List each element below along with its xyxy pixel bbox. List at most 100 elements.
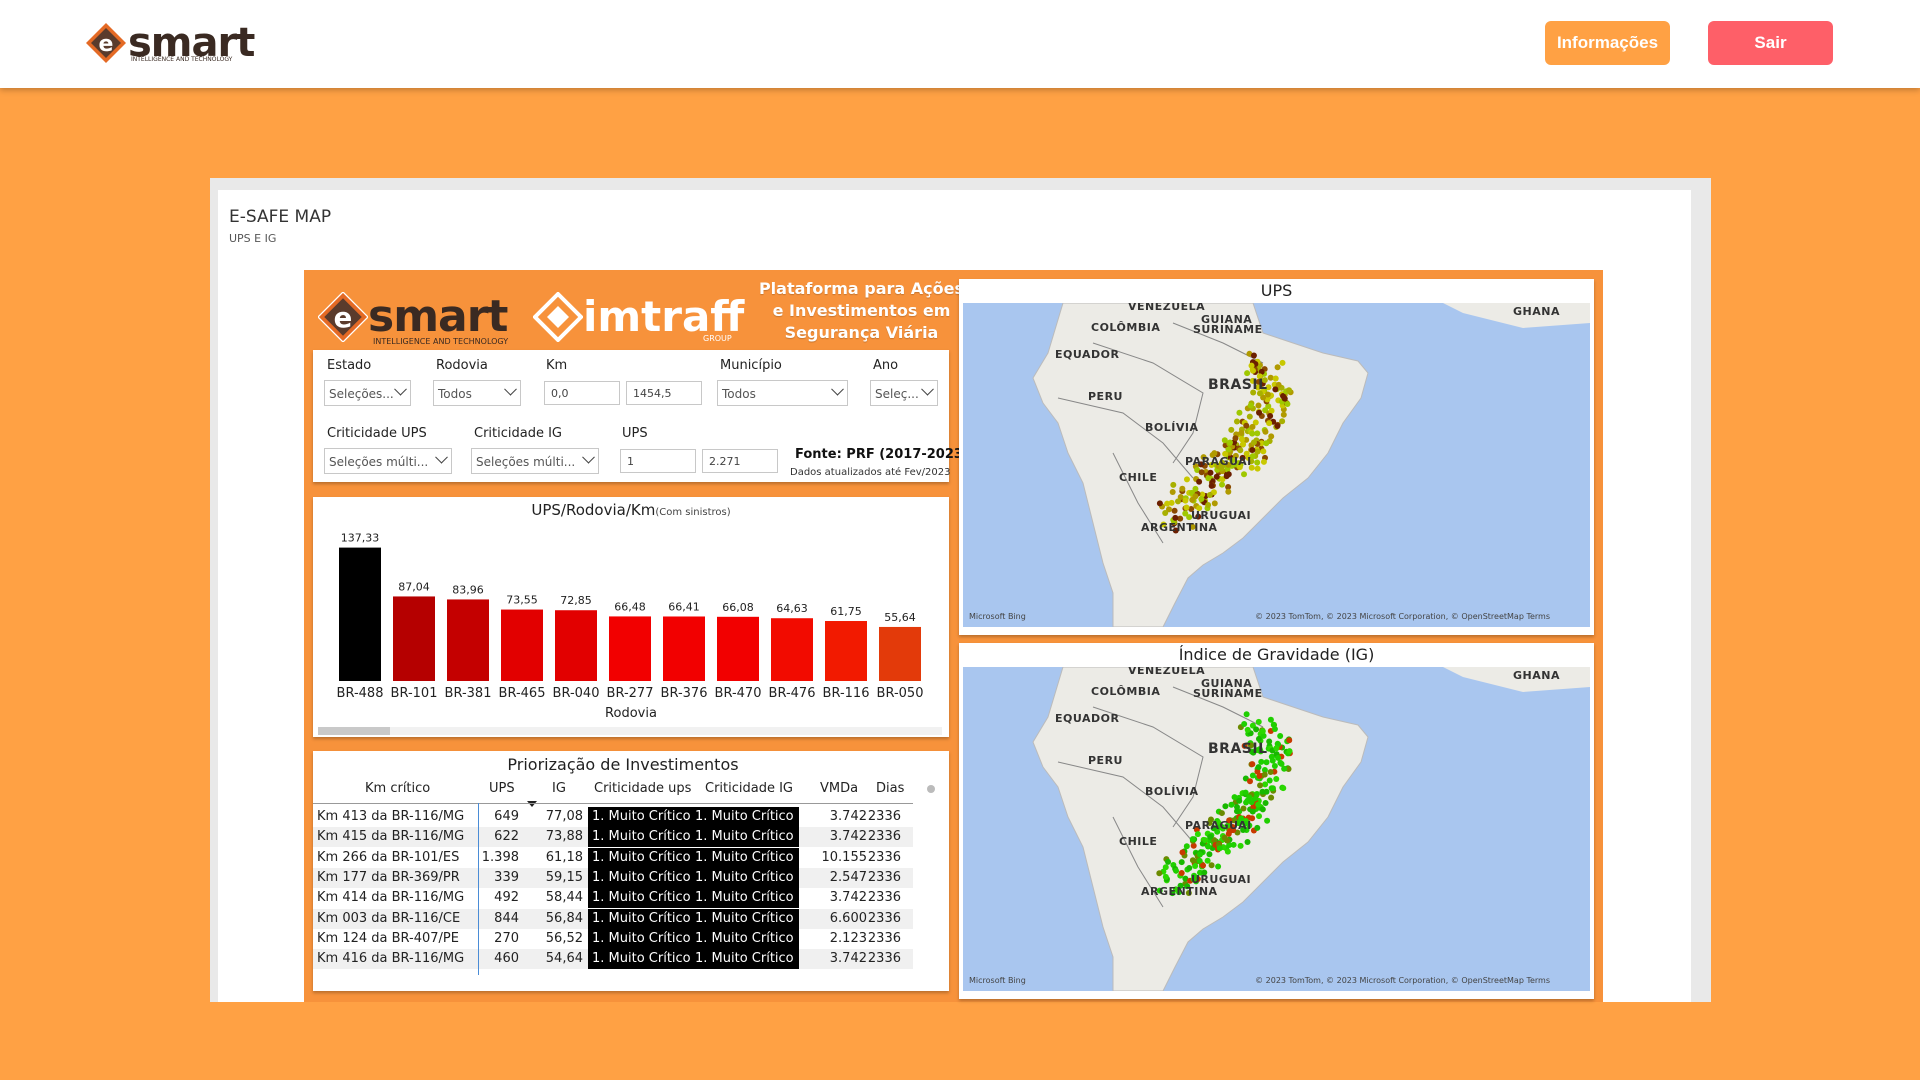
map-point[interactable] [1224, 848, 1231, 855]
map-point[interactable] [1273, 775, 1280, 782]
table-row[interactable]: Km 416 da BR-116/MG 460 54,64 1. Muito Crít… [313, 949, 913, 970]
table-row[interactable]: Km 177 da BR-369/PR 339 59,15 1. Muito Crít… [313, 867, 913, 888]
map-point[interactable] [1262, 428, 1269, 435]
map-point[interactable] [1162, 864, 1169, 871]
map-point[interactable] [1205, 843, 1212, 850]
map-point[interactable] [1266, 420, 1273, 427]
map-point[interactable] [1275, 754, 1282, 761]
map-point[interactable] [1233, 418, 1240, 425]
map-point[interactable] [1241, 721, 1248, 728]
map-point[interactable] [1271, 726, 1278, 733]
ig-map[interactable]: VENEZUELA GUIANA GHANA COLÔMBIA SURINAME EQUA… [963, 667, 1590, 991]
map-point[interactable] [1162, 873, 1169, 880]
map-point[interactable] [1244, 726, 1251, 733]
map-point[interactable] [1256, 772, 1263, 779]
map-point[interactable] [1268, 433, 1275, 440]
map-point[interactable] [1250, 439, 1257, 446]
chart-scrollbar-thumb[interactable] [318, 727, 390, 735]
map-point[interactable] [1233, 803, 1240, 810]
chart-scrollbar-track[interactable] [318, 727, 942, 735]
map-point[interactable] [1216, 845, 1223, 852]
map-point[interactable] [1267, 769, 1274, 776]
map-point[interactable] [1237, 842, 1244, 849]
map-point[interactable] [1250, 352, 1257, 359]
map-point[interactable] [1179, 849, 1186, 856]
map-point[interactable] [1262, 799, 1269, 806]
map-point[interactable] [1172, 514, 1179, 521]
map-point[interactable] [1254, 824, 1261, 831]
col-ig[interactable]: IG [552, 781, 566, 796]
bar-br-101[interactable] [393, 596, 435, 681]
map-point[interactable] [1244, 370, 1251, 377]
map-point[interactable] [1269, 785, 1276, 792]
map-point[interactable] [1205, 502, 1212, 509]
bar-br-376[interactable] [663, 616, 705, 681]
map-point[interactable] [1249, 430, 1256, 437]
map-point[interactable] [1196, 478, 1203, 485]
map-point[interactable] [1281, 395, 1288, 402]
map-point[interactable] [1189, 836, 1196, 843]
map-point[interactable] [1273, 745, 1280, 752]
map-point[interactable] [1267, 413, 1274, 420]
map-point[interactable] [1236, 797, 1243, 804]
map-point[interactable] [1182, 510, 1189, 517]
map-point[interactable] [1200, 862, 1207, 869]
map-point[interactable] [1241, 471, 1248, 478]
map-point[interactable] [1232, 435, 1239, 442]
map-point[interactable] [1272, 386, 1279, 393]
km-min-input[interactable]: 0,0 [544, 381, 620, 405]
map-point[interactable] [1250, 367, 1257, 374]
bar-br-470[interactable] [717, 616, 759, 681]
ups-min-input[interactable]: 1 [620, 449, 696, 473]
map-point[interactable] [1253, 726, 1260, 733]
map-point[interactable] [1249, 446, 1256, 453]
criticidade-ig-select[interactable]: Seleções múlti... [471, 448, 599, 474]
map-point[interactable] [1249, 808, 1256, 815]
map-point[interactable] [1178, 859, 1185, 866]
map-point[interactable] [1255, 801, 1262, 808]
map-point[interactable] [1228, 426, 1235, 433]
map-point[interactable] [1225, 488, 1232, 495]
map-point[interactable] [1173, 867, 1180, 874]
map-point[interactable] [1162, 510, 1169, 517]
col-criticidade-ups[interactable]: Criticidade ups [594, 781, 691, 796]
map-point[interactable] [1254, 465, 1261, 472]
map-point[interactable] [1198, 469, 1205, 476]
map-point[interactable] [1243, 799, 1250, 806]
map-point[interactable] [1183, 504, 1190, 511]
map-point[interactable] [1249, 761, 1256, 768]
map-point[interactable] [1238, 430, 1245, 437]
table-row[interactable]: Km 413 da BR-116/MG 649 77,08 1. Muito Crít… [313, 807, 913, 827]
map-point[interactable] [1169, 488, 1176, 495]
map-point[interactable] [1171, 507, 1178, 514]
sair-button[interactable]: Sair [1708, 21, 1833, 65]
bar-br-476[interactable] [771, 618, 813, 681]
map-point[interactable] [1156, 870, 1163, 877]
col-km-critico[interactable]: Km crítico [365, 781, 430, 796]
esmart-logo[interactable]: e smart INTELLIGENCE AND TECHNOLOGY [86, 18, 255, 68]
map-point[interactable] [1196, 851, 1203, 858]
map-point[interactable] [1223, 473, 1230, 480]
km-max-input[interactable]: 1454,5 [626, 381, 702, 405]
map-point[interactable] [1274, 422, 1281, 429]
map-point[interactable] [1207, 833, 1214, 840]
map-point[interactable] [1174, 498, 1181, 505]
map-point[interactable] [1198, 496, 1205, 503]
map-point[interactable] [1257, 782, 1264, 789]
map-point[interactable] [1192, 493, 1199, 500]
map-point[interactable] [1280, 785, 1287, 792]
map-point[interactable] [1240, 805, 1247, 812]
map-point[interactable] [1256, 409, 1263, 416]
table-scrollbar[interactable] [927, 785, 935, 793]
map-point[interactable] [1256, 813, 1263, 820]
map-point[interactable] [1207, 469, 1214, 476]
map-point[interactable] [1254, 459, 1261, 466]
map-point[interactable] [1204, 857, 1211, 864]
map-point[interactable] [1192, 485, 1199, 492]
map-point[interactable] [1202, 837, 1209, 844]
map-point[interactable] [1211, 500, 1218, 507]
map-point[interactable] [1182, 497, 1189, 504]
map-point[interactable] [1286, 748, 1293, 755]
map-point[interactable] [1165, 858, 1172, 865]
table-row[interactable]: Km 415 da BR-116/MG 622 73,88 1. Muito Crít… [313, 827, 913, 848]
